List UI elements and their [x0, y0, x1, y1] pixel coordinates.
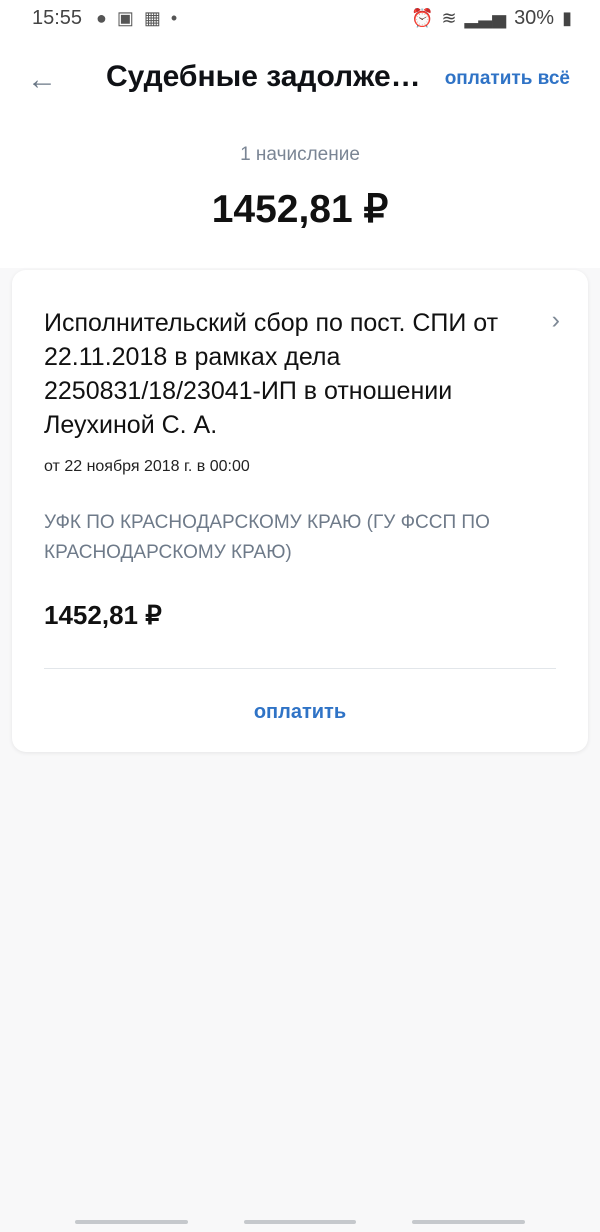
status-bar: 15:55 ● ▣ ▦ • ⏰ ≋ ▂▃▅ 30% ▮: [0, 0, 600, 38]
total-amount: 1452,81 ₽: [211, 188, 389, 231]
app-icon: ▦: [143, 8, 161, 28]
status-time: 15:55: [32, 7, 83, 29]
charge-date: от 22 ноября 2018 г. в 00:00: [44, 458, 250, 475]
arrow-left-icon: ←: [27, 63, 57, 96]
alarm-icon: ⏰: [411, 8, 434, 28]
system-icons: ⏰ ≋ ▂▃▅ 30% ▮: [411, 7, 572, 30]
debt-summary: 1 начисление 1452,81 ₽: [0, 120, 600, 268]
signal-icon: ▂▃▅: [464, 8, 507, 28]
wifi-icon: ≋: [441, 8, 457, 28]
dot-icon: •: [170, 8, 178, 28]
notification-icons: ● ▣ ▦ •: [96, 8, 177, 29]
nav-left-pill[interactable]: [75, 1220, 188, 1224]
nav-center-pill[interactable]: [244, 1220, 356, 1224]
pay-all-button[interactable]: оплатить всё: [445, 68, 570, 90]
back-button[interactable]: ←: [20, 58, 64, 102]
nav-right-pill[interactable]: [412, 1220, 525, 1224]
battery-level: 30%: [514, 7, 555, 29]
system-navigation-bar: [0, 1212, 600, 1232]
pay-button[interactable]: оплатить: [12, 690, 588, 734]
cluster-icon: ●: [96, 8, 107, 28]
app-header: ← Судебные задолженн... оплатить всё: [0, 38, 600, 120]
chevron-right-icon[interactable]: ›: [552, 306, 560, 335]
charge-recipient: УФК ПО КРАСНОДАРСКОМУ КРАЮ (ГУ ФССП ПО К…: [44, 512, 490, 563]
charge-title: Исполнительский сбор по пост. СПИ от 22.…: [44, 309, 499, 439]
charge-count: 1 начисление: [240, 144, 360, 165]
page-title: Судебные задолженн...: [106, 60, 432, 93]
charge-amount: 1452,81 ₽: [44, 600, 162, 630]
image-icon: ▣: [116, 8, 134, 28]
battery-icon: ▮: [562, 8, 572, 28]
charge-card[interactable]: Исполнительский сбор по пост. СПИ от 22.…: [12, 270, 588, 752]
card-divider: [44, 668, 556, 669]
